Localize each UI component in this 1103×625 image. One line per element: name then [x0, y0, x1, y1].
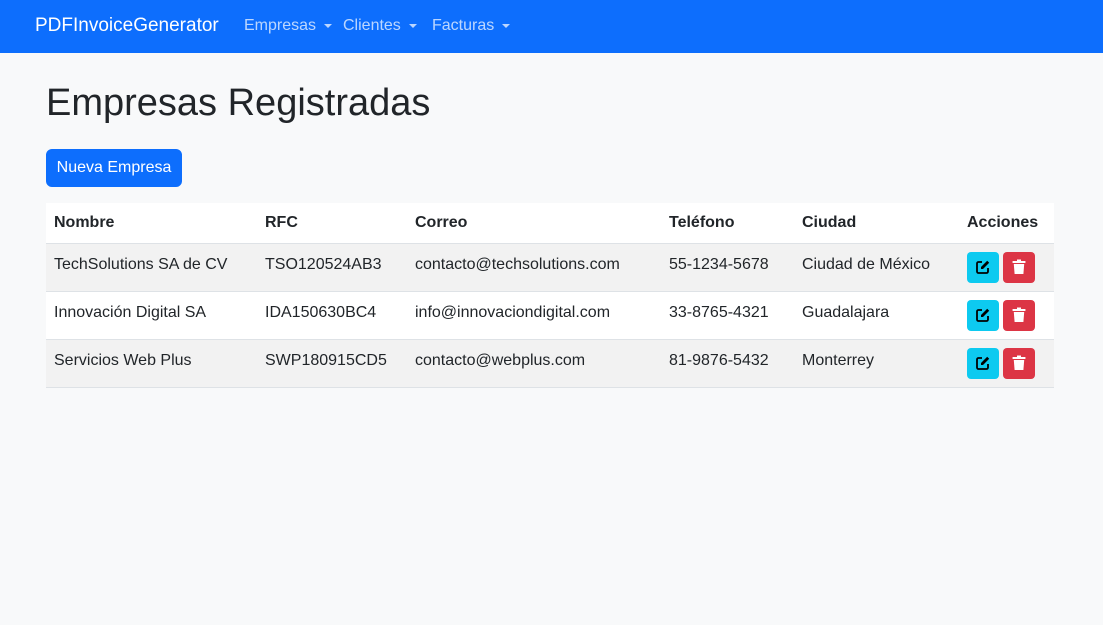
cell-nombre: TechSolutions SA de CV	[46, 243, 257, 292]
cell-ciudad: Ciudad de México	[794, 243, 959, 292]
cell-correo: contacto@webplus.com	[407, 339, 661, 388]
header-correo: Correo	[407, 203, 661, 244]
cell-nombre: Servicios Web Plus	[46, 339, 257, 388]
delete-button[interactable]	[1003, 299, 1035, 331]
table-header-row: Nombre RFC Correo Teléfono Ciudad Accion…	[46, 203, 1054, 244]
edit-icon	[976, 260, 990, 274]
cell-ciudad: Guadalajara	[794, 291, 959, 340]
cell-rfc: TSO120524AB3	[257, 243, 407, 292]
nav-dropdown-clientes[interactable]: Clientes	[343, 16, 417, 36]
header-rfc: RFC	[257, 203, 407, 244]
table-row: Servicios Web Plus SWP180915CD5 contacto…	[46, 339, 1054, 388]
companies-table: Nombre RFC Correo Teléfono Ciudad Accion…	[46, 203, 1054, 388]
trash-icon	[1012, 259, 1026, 274]
navbar-brand[interactable]: PDFInvoiceGenerator	[35, 14, 219, 38]
cell-nombre: Innovación Digital SA	[46, 291, 257, 340]
edit-icon	[976, 356, 990, 370]
row-actions	[967, 299, 1046, 331]
delete-button[interactable]	[1003, 347, 1035, 379]
trash-icon	[1012, 307, 1026, 322]
cell-telefono: 81-9876-5432	[661, 339, 794, 388]
cell-correo: info@innovaciondigital.com	[407, 291, 661, 340]
page-title: Empresas Registradas	[46, 82, 431, 124]
trash-icon	[1012, 355, 1026, 370]
cell-ciudad: Monterrey	[794, 339, 959, 388]
header-telefono: Teléfono	[661, 203, 794, 244]
nav-label-facturas: Facturas	[432, 17, 495, 34]
nav-dropdown-facturas[interactable]: Facturas	[432, 16, 511, 36]
caret-down-icon	[502, 24, 511, 28]
header-acciones: Acciones	[959, 203, 1054, 244]
navbar: PDFInvoiceGenerator Empresas Clientes Fa…	[0, 0, 1103, 53]
nav-dropdown-empresas[interactable]: Empresas	[244, 16, 333, 36]
nav-label-empresas: Empresas	[244, 17, 317, 34]
cell-telefono: 33-8765-4321	[661, 291, 794, 340]
delete-button[interactable]	[1003, 251, 1035, 283]
edit-icon	[976, 308, 990, 322]
nav-label-clientes: Clientes	[343, 17, 401, 34]
cell-acciones	[959, 339, 1054, 388]
cell-acciones	[959, 291, 1054, 340]
cell-acciones	[959, 243, 1054, 292]
caret-down-icon	[324, 24, 333, 28]
cell-correo: contacto@techsolutions.com	[407, 243, 661, 292]
caret-down-icon	[408, 24, 417, 28]
table-row: Innovación Digital SA IDA150630BC4 info@…	[46, 291, 1054, 340]
cell-telefono: 55-1234-5678	[661, 243, 794, 292]
row-actions	[967, 251, 1046, 283]
header-nombre: Nombre	[46, 203, 257, 244]
edit-button[interactable]	[967, 251, 999, 283]
new-company-button[interactable]: Nueva Empresa	[46, 149, 182, 187]
cell-rfc: SWP180915CD5	[257, 339, 407, 388]
header-ciudad: Ciudad	[794, 203, 959, 244]
row-actions	[967, 347, 1046, 379]
table-row: TechSolutions SA de CV TSO120524AB3 cont…	[46, 243, 1054, 292]
edit-button[interactable]	[967, 347, 999, 379]
edit-button[interactable]	[967, 299, 999, 331]
cell-rfc: IDA150630BC4	[257, 291, 407, 340]
